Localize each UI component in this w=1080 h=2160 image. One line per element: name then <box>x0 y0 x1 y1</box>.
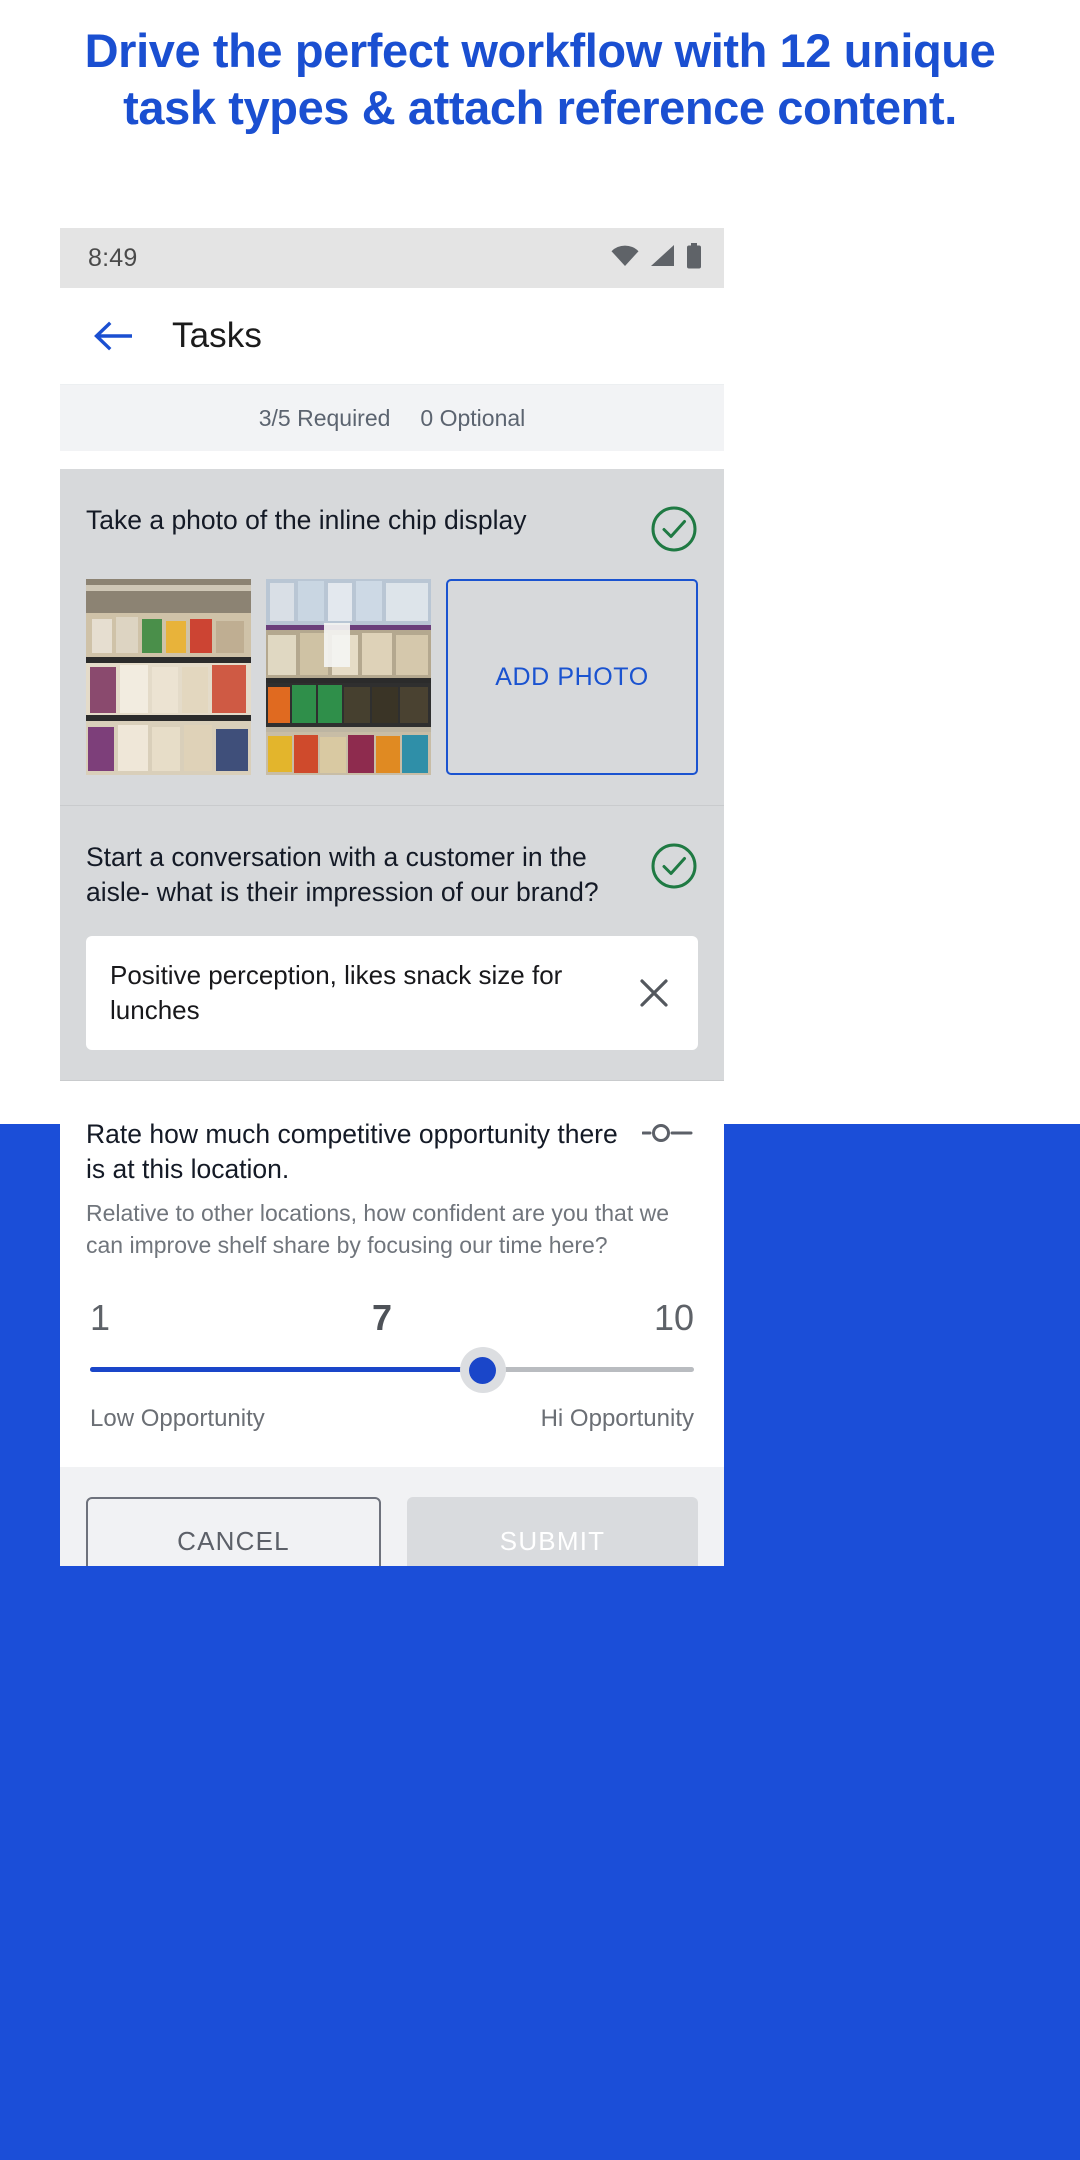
slider-thumb[interactable] <box>469 1357 497 1384</box>
rating-scale-labels: Low Opportunity Hi Opportunity <box>86 1405 698 1467</box>
scale-max-value: 10 <box>653 1297 694 1338</box>
app-bar: Tasks <box>60 288 724 385</box>
slider-track-fill <box>90 1367 483 1372</box>
task-photo-header: Take a photo of the inline chip display <box>86 503 698 553</box>
required-count: 3/5 Required <box>258 404 391 431</box>
add-photo-button[interactable]: ADD PHOTO <box>446 579 698 775</box>
check-circle-icon <box>650 842 698 890</box>
cell-signal-icon <box>650 244 675 272</box>
submit-button[interactable]: SUBMIT <box>407 1497 698 1566</box>
task-photo-title: Take a photo of the inline chip display <box>86 505 527 535</box>
optional-count: 0 Optional <box>420 404 526 431</box>
conversation-answer-field[interactable]: Positive perception, likes snack size fo… <box>86 936 698 1050</box>
task-conversation-title: Start a conversation with a customer in … <box>86 842 599 907</box>
back-button[interactable] <box>86 308 142 364</box>
status-bar-clock: 8:49 <box>88 243 138 272</box>
wifi-icon <box>611 245 639 272</box>
status-bar-icons <box>611 242 702 274</box>
scale-min-value: 1 <box>90 1297 111 1338</box>
phone-screenshot: 8:49 Tasks 3/5 Required 0 Optional Take … <box>60 228 724 1566</box>
arrow-left-icon <box>94 321 132 351</box>
cancel-button[interactable]: CANCEL <box>86 1497 381 1566</box>
task-progress-strip: 3/5 Required 0 Optional <box>60 385 724 451</box>
task-rating-title: Rate how much competitive opportunity th… <box>86 1119 618 1184</box>
task-rating-header: Rate how much competitive opportunity th… <box>86 1117 698 1187</box>
status-bar: 8:49 <box>60 228 724 288</box>
task-photo-thumbnails: ADD PHOTO <box>86 579 698 805</box>
rating-scale-numbers: 1 7 10 <box>86 1297 698 1339</box>
action-bar: CANCEL SUBMIT <box>60 1467 724 1566</box>
slider-icon <box>641 1123 698 1148</box>
task-conversation[interactable]: Start a conversation with a customer in … <box>60 806 724 1081</box>
task-rating[interactable]: Rate how much competitive opportunity th… <box>60 1081 724 1467</box>
scale-low-label: Low Opportunity <box>90 1405 265 1432</box>
photo-thumbnail[interactable] <box>86 579 251 775</box>
task-rating-subtitle: Relative to other locations, how confide… <box>86 1200 670 1258</box>
page-root: Drive the perfect workflow with 12 uniqu… <box>0 0 1080 2160</box>
conversation-answer-text: Positive perception, likes snack size fo… <box>110 960 563 1025</box>
task-conversation-header: Start a conversation with a customer in … <box>86 840 698 910</box>
close-icon[interactable] <box>634 973 674 1013</box>
check-circle-icon <box>650 505 698 553</box>
task-photo[interactable]: Take a photo of the inline chip display <box>60 469 724 806</box>
scale-high-label: Hi Opportunity <box>540 1405 694 1432</box>
scale-current-value: 7 <box>371 1297 392 1338</box>
strip-spacer <box>60 451 724 469</box>
app-bar-title: Tasks <box>172 316 262 355</box>
photo-thumbnail[interactable] <box>266 579 431 775</box>
page-title: Drive the perfect workflow with 12 uniqu… <box>84 24 996 134</box>
battery-icon <box>686 242 702 274</box>
rating-slider[interactable] <box>86 1347 698 1393</box>
